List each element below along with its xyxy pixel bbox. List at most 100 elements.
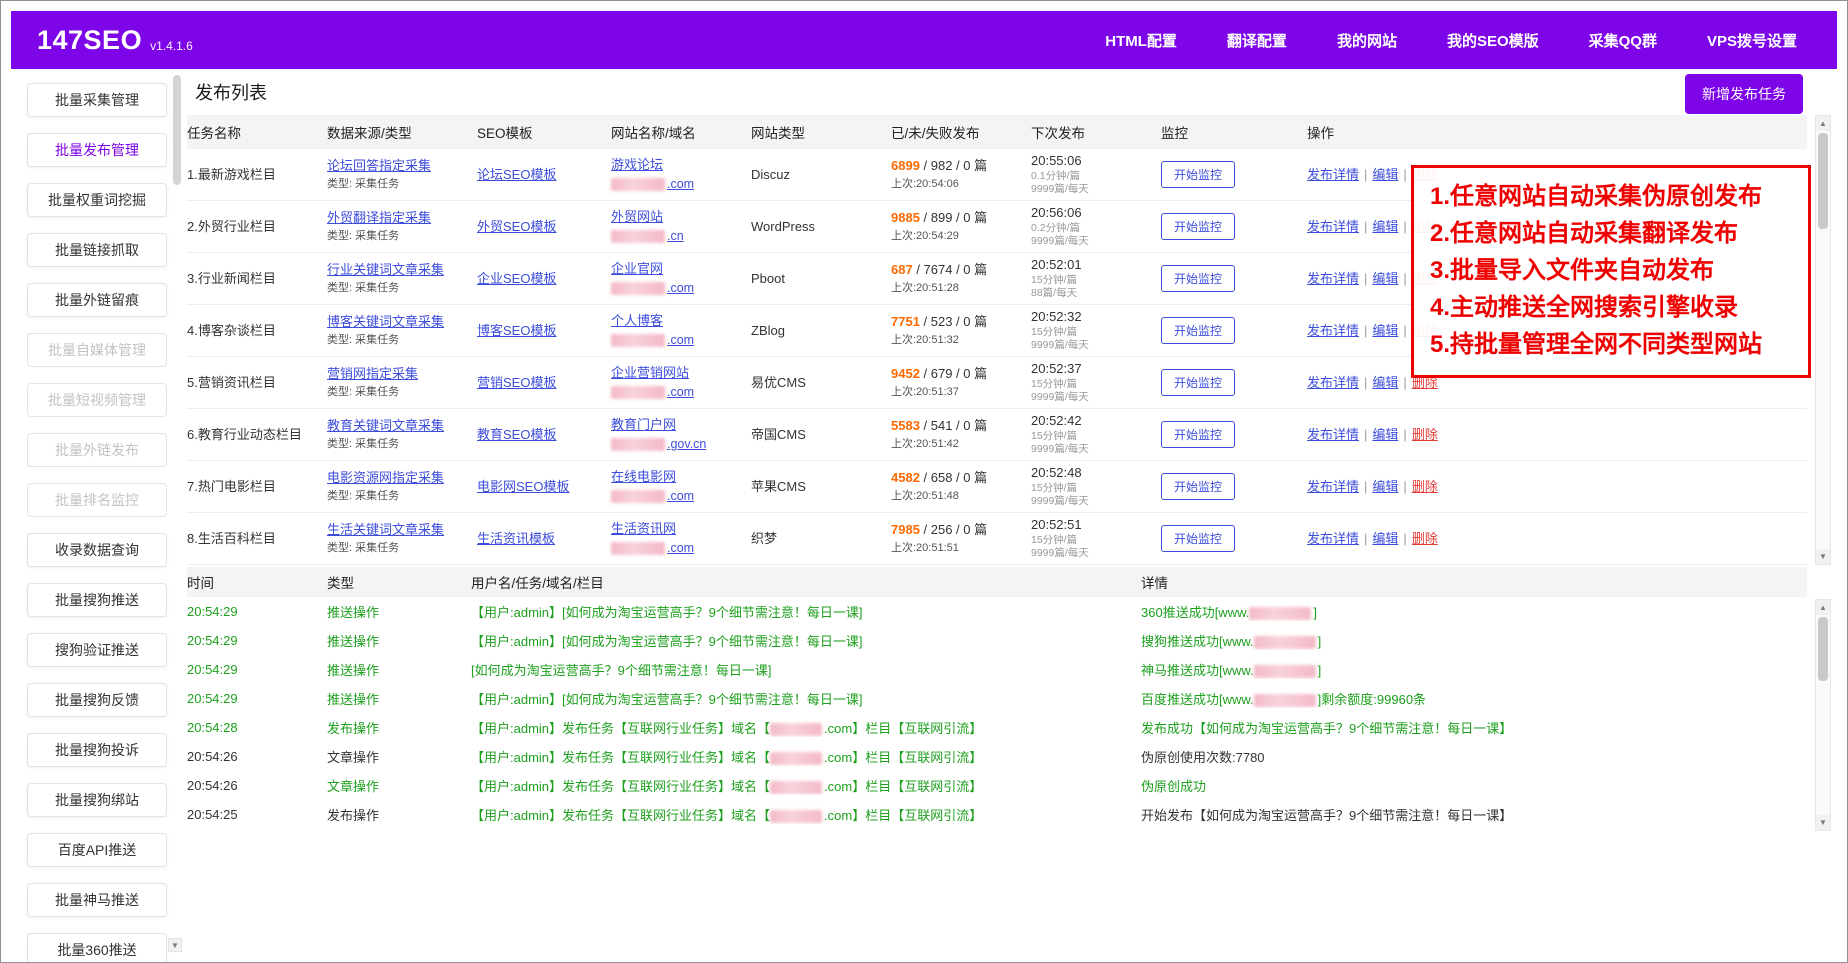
sidebar-item[interactable]: 批量神马推送: [27, 883, 167, 917]
publish-detail-link[interactable]: 发布详情: [1307, 323, 1359, 338]
start-monitor-button[interactable]: 开始监控: [1161, 265, 1235, 292]
cms-type: 织梦: [751, 530, 891, 548]
source-link[interactable]: 电影资源网指定采集: [327, 470, 444, 485]
table-scroll-track[interactable]: [1816, 131, 1830, 549]
site-name-link[interactable]: 在线电影网: [611, 469, 676, 484]
seo-template-link[interactable]: 论坛SEO模板: [477, 167, 556, 182]
pending-failed-count: / 679 / 0 篇: [920, 366, 987, 381]
publish-detail-link[interactable]: 发布详情: [1307, 271, 1359, 286]
main-content: 发布列表 新增发布任务 任务名称数据来源/类型SEO模板网站名称/域名网站类型已…: [183, 69, 1837, 954]
nav-item[interactable]: HTML配置: [1105, 30, 1177, 51]
site-name-link[interactable]: 个人博客: [611, 313, 663, 328]
start-monitor-button[interactable]: 开始监控: [1161, 369, 1235, 396]
site-domain: .cn: [611, 228, 745, 245]
log-scroll-track[interactable]: [1816, 615, 1830, 815]
table-scrollbar[interactable]: ▲ ▼: [1815, 115, 1831, 565]
edit-link[interactable]: 编辑: [1372, 271, 1398, 286]
site-name-link[interactable]: 企业官网: [611, 261, 663, 276]
sidebar-item[interactable]: 批量360推送: [27, 933, 167, 963]
log-scrollbar[interactable]: ▲ ▼: [1815, 599, 1831, 831]
edit-link[interactable]: 编辑: [1372, 167, 1398, 182]
scroll-up-icon[interactable]: ▲: [1816, 116, 1830, 131]
delete-link[interactable]: 删除: [1412, 427, 1438, 442]
sidebar-item[interactable]: 批量搜狗推送: [27, 583, 167, 617]
table-scroll-thumb[interactable]: [1818, 133, 1828, 229]
source-link[interactable]: 博客关键词文章采集: [327, 314, 444, 329]
nav-item[interactable]: 我的网站: [1337, 30, 1397, 51]
delete-link[interactable]: 删除: [1412, 479, 1438, 494]
edit-link[interactable]: 编辑: [1372, 323, 1398, 338]
edit-link[interactable]: 编辑: [1372, 531, 1398, 546]
sidebar-item[interactable]: 批量采集管理: [27, 83, 167, 117]
sidebar-item[interactable]: 批量搜狗反馈: [27, 683, 167, 717]
edit-link[interactable]: 编辑: [1372, 375, 1398, 390]
new-publish-task-button[interactable]: 新增发布任务: [1685, 74, 1803, 114]
sidebar-item[interactable]: 批量链接抓取: [27, 233, 167, 267]
source-link[interactable]: 论坛回答指定采集: [327, 158, 431, 173]
scroll-down-icon[interactable]: ▼: [1816, 549, 1830, 564]
site-name-link[interactable]: 生活资讯网: [611, 521, 676, 536]
publish-detail-link[interactable]: 发布详情: [1307, 219, 1359, 234]
start-monitor-button[interactable]: 开始监控: [1161, 421, 1235, 448]
sidebar-scrollbar[interactable]: ▼: [173, 71, 182, 952]
cms-type: Pboot: [751, 270, 891, 288]
site-name-link[interactable]: 教育门户网: [611, 417, 676, 432]
sidebar-item[interactable]: 批量发布管理: [27, 133, 167, 167]
nav-item[interactable]: 采集QQ群: [1589, 30, 1657, 51]
seo-template-link[interactable]: 营销SEO模板: [477, 375, 556, 390]
sidebar-scroll-thumb[interactable]: [173, 75, 181, 185]
source-link[interactable]: 外贸翻译指定采集: [327, 210, 431, 225]
source-link[interactable]: 行业关键词文章采集: [327, 262, 444, 277]
daily-limit: 9999篇/每天: [1031, 547, 1155, 561]
pending-failed-count: / 7674 / 0 篇: [913, 262, 987, 277]
seo-template-link[interactable]: 电影网SEO模板: [477, 479, 569, 494]
last-publish-time: 上次:20:51:37: [891, 385, 1025, 400]
last-publish-time: 上次:20:51:42: [891, 437, 1025, 452]
sidebar-item[interactable]: 收录数据查询: [27, 533, 167, 567]
delete-link[interactable]: 删除: [1412, 531, 1438, 546]
source-link[interactable]: 营销网指定采集: [327, 366, 418, 381]
edit-link[interactable]: 编辑: [1372, 219, 1398, 234]
next-publish-time: 20:52:32: [1031, 308, 1155, 326]
nav-item[interactable]: 翻译配置: [1227, 30, 1287, 51]
sidebar-item[interactable]: 百度API推送: [27, 833, 167, 867]
source-link[interactable]: 教育关键词文章采集: [327, 418, 444, 433]
start-monitor-button[interactable]: 开始监控: [1161, 525, 1235, 552]
source-link[interactable]: 生活关键词文章采集: [327, 522, 444, 537]
nav-item[interactable]: 我的SEO模版: [1447, 30, 1539, 51]
start-monitor-button[interactable]: 开始监控: [1161, 161, 1235, 188]
scroll-down-icon[interactable]: ▼: [1816, 815, 1830, 830]
source-type: 类型: 采集任务: [327, 541, 471, 556]
publish-detail-link[interactable]: 发布详情: [1307, 167, 1359, 182]
sidebar-item[interactable]: 批量外链留痕: [27, 283, 167, 317]
sidebar-item[interactable]: 批量搜狗绑站: [27, 783, 167, 817]
seo-template-link[interactable]: 生活资讯模板: [477, 531, 555, 546]
nav-item[interactable]: VPS拨号设置: [1707, 30, 1797, 51]
publish-detail-link[interactable]: 发布详情: [1307, 427, 1359, 442]
site-name-link[interactable]: 游戏论坛: [611, 157, 663, 172]
site-name-link[interactable]: 企业营销网站: [611, 365, 689, 380]
log-task: 【用户:admin】发布任务【互联网行业任务】域名【.com】栏目【互联网引流】: [471, 747, 1141, 766]
start-monitor-button[interactable]: 开始监控: [1161, 213, 1235, 240]
sidebar-item[interactable]: 批量权重词挖掘: [27, 183, 167, 217]
seo-template-link[interactable]: 外贸SEO模板: [477, 219, 556, 234]
sidebar-item[interactable]: 搜狗验证推送: [27, 633, 167, 667]
sidebar-item[interactable]: 批量搜狗投诉: [27, 733, 167, 767]
edit-link[interactable]: 编辑: [1372, 427, 1398, 442]
start-monitor-button[interactable]: 开始监控: [1161, 473, 1235, 500]
publish-detail-link[interactable]: 发布详情: [1307, 531, 1359, 546]
start-monitor-button[interactable]: 开始监控: [1161, 317, 1235, 344]
scroll-up-icon[interactable]: ▲: [1816, 600, 1830, 615]
seo-template-link[interactable]: 博客SEO模板: [477, 323, 556, 338]
edit-link[interactable]: 编辑: [1372, 479, 1398, 494]
publish-detail-link[interactable]: 发布详情: [1307, 375, 1359, 390]
sidebar-item: 批量短视频管理: [27, 383, 167, 417]
scroll-down-icon[interactable]: ▼: [168, 938, 182, 952]
publish-detail-link[interactable]: 发布详情: [1307, 479, 1359, 494]
site-name-link[interactable]: 外贸网站: [611, 209, 663, 224]
seo-template-link[interactable]: 教育SEO模板: [477, 427, 556, 442]
published-count: 9452: [891, 366, 920, 381]
seo-template-link[interactable]: 企业SEO模板: [477, 271, 556, 286]
next-publish-time: 20:52:51: [1031, 516, 1155, 534]
log-scroll-thumb[interactable]: [1818, 617, 1828, 681]
